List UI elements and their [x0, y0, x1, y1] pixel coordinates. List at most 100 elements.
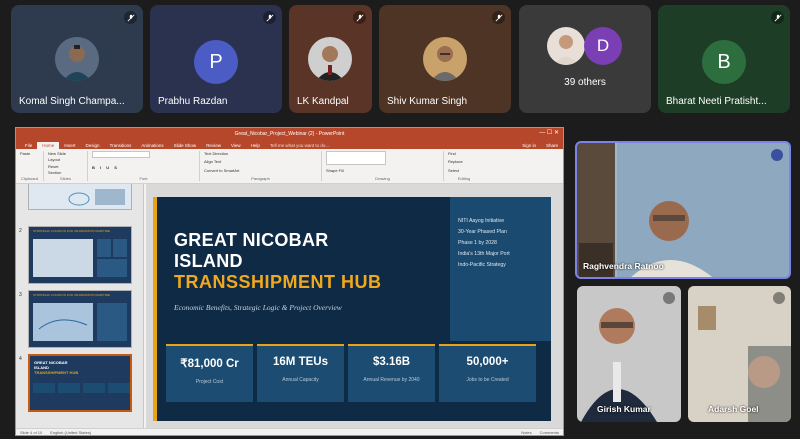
- tab-home[interactable]: Home: [37, 142, 60, 149]
- comments-button[interactable]: Comments: [540, 430, 559, 435]
- avatar: [547, 27, 585, 65]
- slide-thumbnail[interactable]: STRATEGIC LOCATION FOR INFORMATION MARIT…: [28, 290, 132, 348]
- participant-name: Adarsh Goel: [708, 404, 759, 414]
- section-button[interactable]: Section: [48, 170, 83, 175]
- language: English (United States): [50, 429, 92, 435]
- stat-value: 16M TEUs: [273, 356, 328, 368]
- tab-insert[interactable]: Insert: [59, 142, 80, 149]
- shapes-gallery[interactable]: [326, 151, 386, 165]
- info-line: NITI Aayog Initiative: [458, 218, 505, 224]
- group-font: B I U S Font: [92, 151, 200, 181]
- tab-review[interactable]: Review: [201, 142, 226, 149]
- group-label: Slides: [60, 176, 71, 181]
- group-drawing: Shape Fill Drawing: [326, 151, 444, 181]
- shape-fill-button[interactable]: Shape Fill: [326, 168, 439, 173]
- group-label: Clipboard: [20, 176, 39, 181]
- search-box[interactable]: Tell me what you want to do...: [265, 142, 334, 149]
- notes-button[interactable]: Notes: [521, 430, 531, 435]
- avatar: B: [702, 40, 746, 84]
- slide-thumbnail-pane[interactable]: 2 STRATEGIC LOCATION FOR INFORMATION MAR…: [16, 184, 144, 430]
- participant-name: Raghvendra Ratnoo: [583, 261, 664, 271]
- participant-tile[interactable]: LK Kandpal: [289, 5, 372, 113]
- group-label: Drawing: [375, 176, 390, 181]
- slide-canvas[interactable]: GREAT NICOBAR ISLAND TRANSSHIPMENT HUB Ec…: [153, 197, 551, 421]
- participant-tile[interactable]: Komal Singh Champa...: [11, 5, 143, 113]
- tab-slide-show[interactable]: Slide Show: [169, 142, 202, 149]
- avatar: [423, 37, 467, 81]
- paste-button[interactable]: Paste: [20, 151, 39, 156]
- thumbnail-title: STRATEGIC LOCATION FOR INFORMATION MARIT…: [33, 293, 111, 297]
- signin-link[interactable]: Sign in: [517, 142, 541, 149]
- replace-button[interactable]: Replace: [448, 159, 480, 164]
- stat-label: Annual Revenue by 2040: [363, 377, 420, 383]
- align-text-button[interactable]: Align Text: [204, 159, 317, 164]
- stat-label: Project Cost: [195, 379, 224, 385]
- window-title: Great_Nicobar_Project_Webinar (2) - Powe…: [234, 130, 345, 137]
- video-feed: [688, 286, 791, 422]
- mic-icon: [663, 292, 675, 304]
- mic-off-icon: [771, 11, 784, 24]
- stat-card: ₹81,000 Cr Project Cost: [166, 344, 253, 402]
- video-tile[interactable]: Adarsh Goel: [688, 286, 791, 422]
- font-name-box[interactable]: [92, 151, 150, 158]
- stat-card: 16M TEUs Annual Capacity: [257, 344, 344, 402]
- others-tile[interactable]: D 39 others: [519, 5, 651, 113]
- mic-off-icon: [263, 11, 276, 24]
- mic-icon: [773, 292, 785, 304]
- find-button[interactable]: Find: [448, 151, 480, 156]
- stat-label: Jobs to be Created: [466, 377, 509, 383]
- participant-tile[interactable]: Shiv Kumar Singh: [379, 5, 511, 113]
- participant-name: LK Kandpal: [297, 96, 349, 107]
- participant-name: Komal Singh Champa...: [19, 96, 125, 107]
- slide-thumbnail[interactable]: [28, 184, 132, 210]
- group-label: Editing: [457, 175, 471, 181]
- slide-thumbnail-selected[interactable]: GREAT NICOBAR ISLAND TRANSSHIPMENT HUB: [28, 354, 132, 412]
- participant-tile[interactable]: P Prabhu Razdan: [150, 5, 282, 113]
- slide-thumbnail[interactable]: STRATEGIC LOCATION FOR INFORMATION MARIT…: [28, 226, 132, 284]
- tab-help[interactable]: Help: [246, 142, 265, 149]
- participant-name: Shiv Kumar Singh: [387, 96, 468, 107]
- window-controls[interactable]: — ☐ ✕: [539, 129, 559, 136]
- video-tile[interactable]: Girish Kumar: [577, 286, 681, 422]
- participant-name: Bharat Neeti Pratisht...: [666, 96, 767, 107]
- tab-transitions[interactable]: Transitions: [105, 142, 137, 149]
- info-line: India's 13th Major Port: [458, 251, 510, 257]
- mic-off-icon: [353, 11, 366, 24]
- ribbon: Paste Clipboard New Slide Layout Reset S…: [16, 149, 563, 184]
- group-label: Paragraph: [251, 175, 270, 181]
- info-line: Indo-Pacific Strategy: [458, 262, 506, 268]
- stat-label: Annual Capacity: [282, 377, 319, 383]
- tab-view[interactable]: View: [226, 142, 246, 149]
- share-button[interactable]: Share: [541, 142, 563, 149]
- pin-icon[interactable]: [771, 149, 783, 161]
- others-count: 39 others: [564, 77, 606, 88]
- group-editing: Find Replace Select Editing: [448, 151, 484, 181]
- slide-title-highlight: TRANSSHIPMENT HUB: [174, 272, 382, 292]
- tab-file[interactable]: File: [20, 142, 37, 149]
- reset-button[interactable]: Reset: [48, 164, 83, 169]
- font-format-buttons[interactable]: B I U S: [92, 165, 195, 170]
- thumbnail-number: 2: [19, 228, 22, 234]
- select-button[interactable]: Select: [448, 168, 480, 173]
- info-box: NITI Aayog Initiative 30-Year Phased Pla…: [450, 197, 551, 341]
- thumbnail-number: 3: [19, 292, 22, 298]
- new-slide-button[interactable]: New Slide: [48, 151, 83, 156]
- tab-animations[interactable]: Animations: [136, 142, 168, 149]
- tab-design[interactable]: Design: [81, 142, 105, 149]
- stat-value: $3.16B: [372, 356, 411, 368]
- avatar: [55, 37, 99, 81]
- convert-smartart-button[interactable]: Convert to SmartArt: [204, 168, 317, 173]
- mic-off-icon: [492, 11, 505, 24]
- mic-off-icon: [124, 11, 137, 24]
- video-tile[interactable]: Raghvendra Ratnoo: [575, 141, 791, 279]
- stat-card: $3.16B Annual Revenue by 2040: [348, 344, 435, 402]
- slide-subtitle: Economic Benefits, Strategic Logic & Pro…: [174, 303, 342, 312]
- slide-counter: Slide 4 of 10: [20, 429, 43, 435]
- text-direction-button[interactable]: Text Direction: [204, 151, 317, 156]
- avatar: P: [194, 40, 238, 84]
- participant-tile[interactable]: B Bharat Neeti Pratisht...: [658, 5, 790, 113]
- video-feed: [577, 286, 681, 422]
- info-line: Phase 1 by 2028: [458, 240, 497, 246]
- layout-button[interactable]: Layout: [48, 157, 83, 162]
- participant-name: Girish Kumar: [597, 404, 651, 414]
